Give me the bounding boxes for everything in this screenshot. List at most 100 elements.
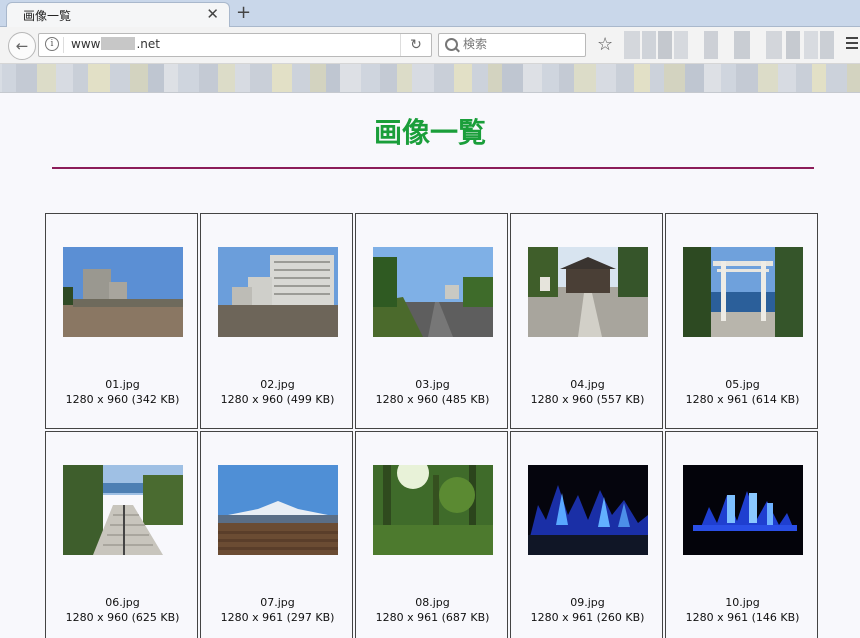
redacted-bookmark-block [596, 64, 616, 92]
thumbnail-image [683, 247, 803, 337]
search-input[interactable] [463, 36, 579, 52]
bookmarks-bar-redacted [0, 64, 860, 93]
redacted-bookmark-block [523, 64, 542, 92]
redacted-bookmark-block [574, 64, 596, 92]
address-bar[interactable]: i www .net ↻ [38, 33, 432, 57]
redacted-bookmark-block [361, 64, 380, 92]
redacted-bookmark-block [292, 64, 310, 92]
menu-icon[interactable] [846, 37, 858, 51]
image-caption: 02.jpg 1280 x 960 (499 KB) [220, 378, 335, 406]
redacted-bookmark-block [704, 64, 721, 92]
redacted-bookmark-block [178, 64, 199, 92]
thumbnail-image [63, 247, 183, 337]
redacted-bookmark-block [634, 64, 650, 92]
image-cell: 03.jpg 1280 x 960 (485 KB) [355, 213, 508, 429]
thumbnail-link[interactable] [63, 465, 183, 555]
thumbnail-link[interactable] [683, 465, 803, 555]
redacted-bookmark-block [721, 64, 736, 92]
redacted-bookmark-block [235, 64, 250, 92]
redacted-bookmark-block [796, 64, 812, 92]
image-cell: 07.jpg 1280 x 961 (297 KB) [200, 431, 353, 638]
redacted-bookmark-block [472, 64, 488, 92]
navigation-bar: ← i www.net ↻ ☆ [0, 27, 860, 64]
thumbnail-link[interactable] [683, 247, 803, 337]
toolbar-icons-redacted [624, 31, 836, 59]
image-caption: 03.jpg 1280 x 960 (485 KB) [375, 378, 490, 406]
image-caption: 07.jpg 1280 x 961 (297 KB) [220, 596, 335, 624]
redacted-bookmark-block [685, 64, 704, 92]
thumbnail-image [373, 247, 493, 337]
thumbnail-link[interactable] [218, 247, 338, 337]
redacted-bookmark-block [826, 64, 847, 92]
thumbnail-link[interactable] [528, 247, 648, 337]
redacted-bookmark-block [326, 64, 340, 92]
reload-icon[interactable]: ↻ [400, 34, 431, 56]
redacted-bookmark-block [778, 64, 796, 92]
image-cell: 08.jpg 1280 x 961 (687 KB) [355, 431, 508, 638]
thumbnail-image [218, 247, 338, 337]
image-caption: 10.jpg 1280 x 961 (146 KB) [685, 596, 800, 624]
redacted-bookmark-block [454, 64, 472, 92]
thumbnail-image [528, 465, 648, 555]
redacted-bookmark-block [847, 64, 860, 92]
image-cell: 06.jpg 1280 x 960 (625 KB) [45, 431, 198, 638]
image-caption: 01.jpg 1280 x 960 (342 KB) [65, 378, 180, 406]
redacted-bookmark-block [559, 64, 574, 92]
redacted-bookmark-block [164, 64, 178, 92]
image-cell: 01.jpg 1280 x 960 (342 KB) [45, 213, 198, 429]
thumbnail-link[interactable] [373, 465, 493, 555]
thumbnail-link[interactable] [218, 465, 338, 555]
arrow-left-icon: ← [15, 37, 29, 55]
redacted-bookmark-block [434, 64, 454, 92]
back-button[interactable]: ← [8, 32, 36, 60]
close-icon[interactable]: ✕ [206, 5, 219, 23]
redacted-domain [101, 37, 136, 50]
image-cell: 02.jpg 1280 x 960 (499 KB) [200, 213, 353, 429]
image-caption: 08.jpg 1280 x 961 (687 KB) [375, 596, 490, 624]
redacted-bookmark-block [616, 64, 634, 92]
thumbnail-link[interactable] [63, 247, 183, 337]
redacted-bookmark-block [488, 64, 502, 92]
page-title: 画像一覧 [373, 116, 486, 149]
search-bar[interactable] [438, 33, 586, 57]
thumbnail-image [683, 465, 803, 555]
image-cell: 04.jpg 1280 x 960 (557 KB) [510, 213, 663, 429]
thumbnail-image [528, 247, 648, 337]
redacted-bookmark-block [110, 64, 130, 92]
info-icon[interactable]: i [45, 37, 59, 51]
redacted-bookmark-block [250, 64, 272, 92]
redacted-bookmark-block [412, 64, 434, 92]
browser-tab[interactable]: 画像一覧 ✕ [6, 2, 230, 27]
page-content: 画像一覧 01.jpg 1280 x 960 (342 KB) 02.jpg 1… [0, 93, 860, 638]
plus-icon[interactable]: + [236, 2, 251, 23]
image-caption: 09.jpg 1280 x 961 (260 KB) [530, 596, 645, 624]
star-icon[interactable]: ☆ [597, 35, 613, 55]
redacted-bookmark-block [16, 64, 37, 92]
image-cell: 10.jpg 1280 x 961 (146 KB) [665, 431, 818, 638]
divider [63, 37, 64, 53]
redacted-bookmark-block [502, 64, 523, 92]
thumbnail-link[interactable] [528, 465, 648, 555]
redacted-bookmark-block [736, 64, 758, 92]
image-caption: 04.jpg 1280 x 960 (557 KB) [530, 378, 645, 406]
redacted-bookmark-block [88, 64, 110, 92]
redacted-bookmark-block [272, 64, 292, 92]
redacted-bookmark-block [650, 64, 664, 92]
image-caption: 05.jpg 1280 x 961 (614 KB) [685, 378, 800, 406]
search-icon [445, 38, 458, 51]
redacted-bookmark-block [56, 64, 73, 92]
redacted-bookmark-block [812, 64, 826, 92]
divider [52, 167, 814, 169]
thumbnail-image [373, 465, 493, 555]
redacted-bookmark-block [148, 64, 164, 92]
redacted-bookmark-block [2, 64, 16, 92]
redacted-bookmark-block [218, 64, 235, 92]
redacted-bookmark-block [542, 64, 559, 92]
thumbnail-link[interactable] [373, 247, 493, 337]
url-text[interactable]: www .net [71, 37, 160, 51]
redacted-bookmark-block [380, 64, 397, 92]
redacted-bookmark-block [310, 64, 326, 92]
redacted-bookmark-block [37, 64, 56, 92]
image-cell: 05.jpg 1280 x 961 (614 KB) [665, 213, 818, 429]
redacted-bookmark-block [73, 64, 88, 92]
